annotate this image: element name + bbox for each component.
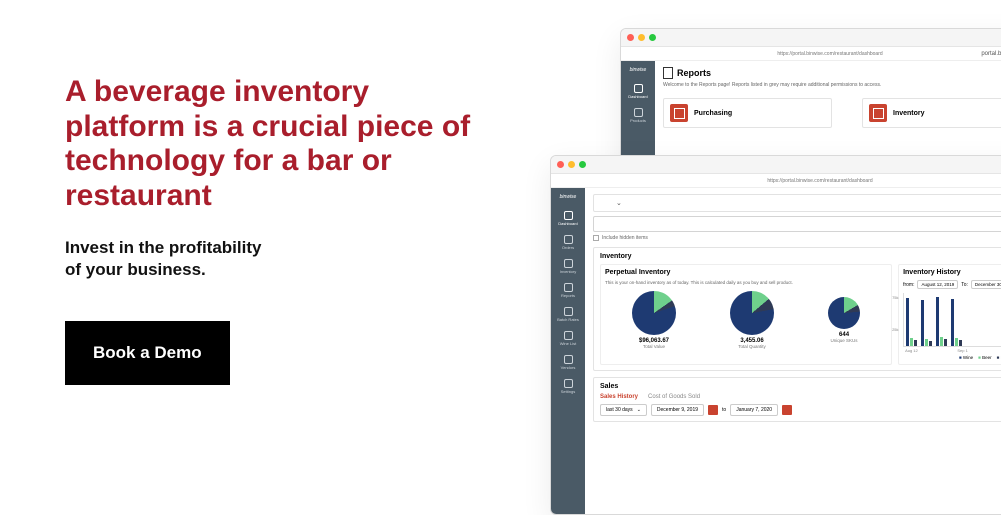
inventory-panel: Inventory Perpetual Inventory This is yo…	[593, 247, 1001, 371]
dashboard-icon	[634, 84, 643, 93]
sidebar-item-batch[interactable]: Batch Rates	[555, 304, 581, 324]
sidebar-item-products[interactable]: Products	[625, 105, 651, 125]
inventory-card[interactable]: Inventory	[862, 98, 1001, 128]
brand-logo: binwise	[560, 192, 577, 204]
inventory-history-panel: Inventory History from: August 12, 2019 …	[898, 264, 1001, 365]
address-bar[interactable]: https://portal.binwise.com/restaurant/da…	[621, 47, 1001, 61]
dashboard-icon	[564, 211, 573, 220]
products-icon	[634, 108, 643, 117]
purchasing-icon	[670, 104, 688, 122]
vendors-icon	[564, 355, 573, 364]
subpanel-subtitle: This is your on-hand inventory as of tod…	[605, 280, 887, 285]
document-icon	[663, 67, 673, 79]
settings-icon	[564, 379, 573, 388]
pie-chart-icon	[730, 291, 774, 335]
search-input[interactable]	[593, 216, 1001, 232]
sidebar-item-dashboard[interactable]: Dashboard	[555, 208, 581, 228]
book-demo-button[interactable]: Book a Demo	[65, 321, 230, 385]
dashboard-window: https://portal.binwise.com/restaurant/da…	[550, 155, 1001, 515]
marketing-headline: A beverage inventory platform is a cruci…	[65, 75, 485, 213]
metric-label: Total Quantity	[730, 344, 774, 349]
sidebar: binwise Dashboard Orders Inventory Repor…	[551, 188, 585, 514]
location-dropdown[interactable]: ⌄	[593, 194, 1001, 212]
unique-skus-chart: 644 Unique SKUs	[828, 291, 860, 349]
sales-panel: Sales Sales History Cost of Goods Sold l…	[593, 377, 1001, 422]
history-bar-chart	[903, 293, 1001, 347]
sidebar-item-dashboard[interactable]: Dashboard	[625, 81, 651, 101]
metric-label: Unique SKUs	[828, 338, 860, 343]
total-quantity-chart: 3,455.06 Total Quantity	[730, 291, 774, 349]
tab-sales-history[interactable]: Sales History	[600, 394, 638, 400]
sidebar-item-settings[interactable]: Settings	[555, 376, 581, 396]
calendar-icon[interactable]	[782, 405, 792, 415]
close-icon[interactable]	[627, 34, 634, 41]
calendar-icon[interactable]	[708, 405, 718, 415]
panel-title: Inventory	[600, 253, 1001, 260]
chart-xlabels: Aug 12 Sep 1 Oct 1 Nov 4	[903, 347, 1001, 353]
maximize-icon[interactable]	[579, 161, 586, 168]
range-select[interactable]: last 30 days⌄	[600, 404, 647, 416]
subpanel-title: Perpetual Inventory	[605, 269, 887, 276]
window-titlebar	[621, 29, 1001, 47]
tab-cogs[interactable]: Cost of Goods Sold	[648, 394, 700, 400]
sales-to-date[interactable]: January 7, 2020	[730, 404, 778, 416]
page-subtitle: Welcome to the Reports page! Reports lis…	[663, 82, 1001, 88]
minimize-icon[interactable]	[638, 34, 645, 41]
include-hidden-checkbox[interactable]: Include hidden items	[593, 235, 1001, 241]
pie-chart-icon	[828, 297, 860, 329]
sidebar-item-inventory[interactable]: Inventory	[555, 256, 581, 276]
inventory-icon	[869, 104, 887, 122]
from-label: from:	[903, 282, 914, 288]
minimize-icon[interactable]	[568, 161, 575, 168]
sales-from-date[interactable]: December 9, 2019	[651, 404, 704, 416]
sidebar-item-reports[interactable]: Reports	[555, 280, 581, 300]
sidebar-item-orders[interactable]: Orders	[555, 232, 581, 252]
chevron-down-icon: ⌄	[637, 407, 641, 413]
purchasing-card[interactable]: Purchasing	[663, 98, 832, 128]
to-label: To:	[961, 282, 968, 288]
batch-icon	[564, 307, 573, 316]
chart-legend: Wine Beer Liquor	[903, 355, 1001, 360]
sidebar-item-vendors[interactable]: Vendors	[555, 352, 581, 372]
reports-icon	[564, 283, 573, 292]
inventory-icon	[564, 259, 573, 268]
maximize-icon[interactable]	[649, 34, 656, 41]
address-bar[interactable]: https://portal.binwise.com/restaurant/da…	[551, 174, 1001, 188]
page-title: Reports	[663, 67, 1001, 79]
window-titlebar	[551, 156, 1001, 174]
brand-logo: binwise	[630, 65, 647, 77]
close-icon[interactable]	[557, 161, 564, 168]
chevron-down-icon: ⌄	[616, 199, 622, 207]
metric-label: Total Value	[632, 344, 676, 349]
perpetual-inventory-panel: Perpetual Inventory This is your on-hand…	[600, 264, 892, 365]
total-value-chart: $96,063.67 Total Value	[632, 291, 676, 349]
from-date-picker[interactable]: August 12, 2019	[917, 280, 958, 289]
checkbox-icon	[593, 235, 599, 241]
winelist-icon	[564, 331, 573, 340]
subpanel-title: Inventory History	[903, 269, 1001, 276]
pie-chart-icon	[632, 291, 676, 335]
sidebar-item-winelist[interactable]: Wine List	[555, 328, 581, 348]
panel-title: Sales	[600, 383, 1001, 390]
orders-icon	[564, 235, 573, 244]
marketing-subhead: Invest in the profitability of your busi…	[65, 237, 485, 281]
to-date-picker[interactable]: December 30, 2019	[971, 280, 1001, 289]
